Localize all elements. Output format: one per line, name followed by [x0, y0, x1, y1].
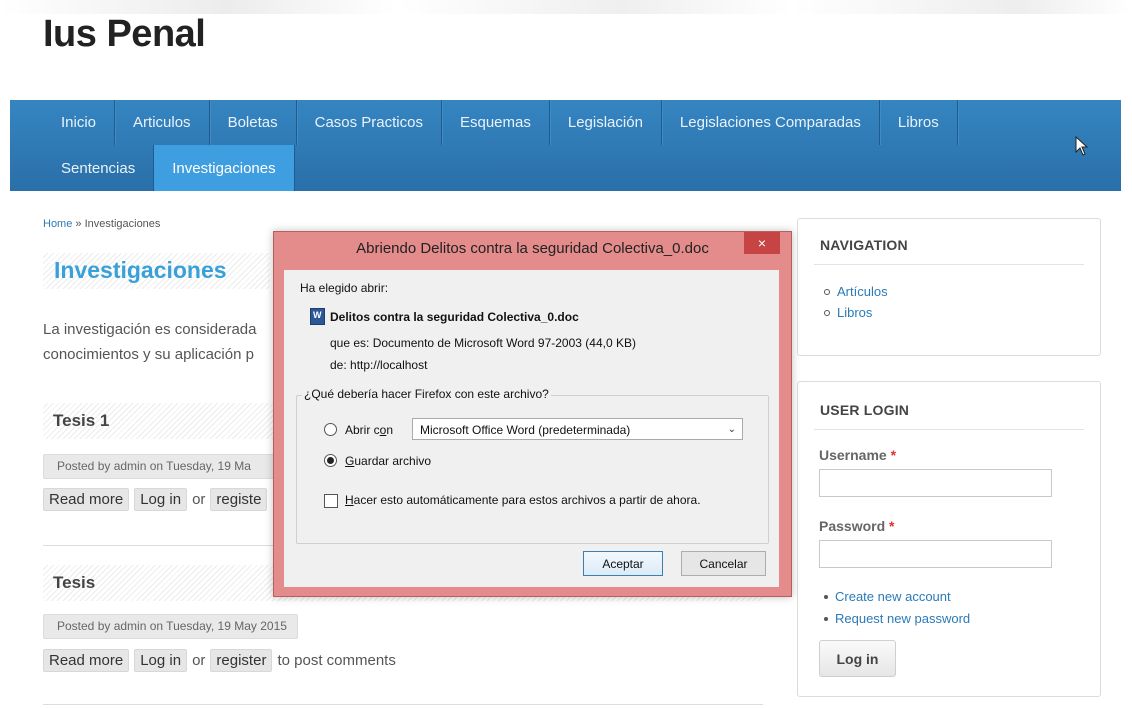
navigation-list: Artículos Libros — [824, 281, 888, 323]
nav-row-1: Inicio Articulos Boletas Casos Practicos… — [10, 100, 958, 145]
dialog-close-button[interactable]: × — [744, 232, 780, 254]
auto-action-label[interactable]: Hacer esto automáticamente para estos ar… — [345, 493, 701, 507]
site-title[interactable]: Ius Penal — [43, 13, 206, 56]
divider — [43, 704, 763, 705]
file-type-label: que es: — [330, 336, 370, 350]
download-dialog: Abriendo Delitos contra la seguridad Col… — [273, 231, 792, 597]
read-more-link[interactable]: Read more — [43, 487, 130, 511]
bullet-icon — [824, 617, 828, 621]
required-mark: * — [889, 518, 895, 534]
register-link[interactable]: registe — [210, 487, 268, 511]
nav-item-legislaciones-comparadas[interactable]: Legislaciones Comparadas — [662, 100, 880, 145]
save-file-radio[interactable] — [324, 454, 337, 467]
navigation-block: NAVIGATION Artículos Libros — [797, 218, 1101, 356]
navigation-item-label[interactable]: Libros — [837, 302, 872, 323]
login-link[interactable]: Log in — [134, 648, 188, 672]
breadcrumb-home-link[interactable]: Home — [43, 218, 72, 230]
page-intro: La investigación es considerada conocimi… — [43, 317, 273, 367]
nav-row-2: Sentencias Investigaciones — [10, 145, 295, 191]
page-title-text: Investigaciones — [54, 257, 227, 283]
dialog-title: Abriendo Delitos contra la seguridad Col… — [356, 240, 709, 257]
request-password-link[interactable]: Request new password — [835, 608, 970, 630]
node-meta: Posted by admin on Tuesday, 19 Ma — [43, 454, 278, 479]
page-title: Investigaciones — [43, 253, 270, 289]
create-account-item[interactable]: Create new account — [824, 586, 970, 608]
navigation-item-articulos[interactable]: Artículos — [824, 281, 888, 302]
or-text: or — [192, 490, 206, 508]
file-type: que es: Documento de Microsoft Word 97-2… — [330, 336, 636, 350]
file-source: de: http://localhost — [330, 358, 427, 372]
node-links: Read more Log in or register to post com… — [43, 647, 396, 673]
navigation-block-title: NAVIGATION — [820, 237, 908, 253]
intro-line-1: La investigación es considerada — [43, 321, 257, 338]
navigation-item-libros[interactable]: Libros — [824, 302, 888, 323]
bullet-icon — [824, 309, 830, 316]
username-label: Username * — [819, 447, 896, 463]
file-source-value: http://localhost — [350, 358, 428, 372]
cancel-button[interactable]: Cancelar — [681, 551, 766, 576]
read-more-link[interactable]: Read more — [43, 648, 130, 672]
node-links: Read more Log in or registe — [43, 486, 275, 512]
user-login-title: USER LOGIN — [820, 402, 910, 418]
close-icon[interactable]: × — [758, 235, 766, 251]
post-comments-text: to post comments — [277, 651, 396, 669]
request-password-item[interactable]: Request new password — [824, 608, 970, 630]
nav-item-boletas[interactable]: Boletas — [210, 100, 297, 145]
username-label-text: Username — [819, 447, 887, 463]
nav-item-investigaciones[interactable]: Investigaciones — [154, 145, 295, 191]
save-file-label[interactable]: Guardar archivo — [345, 454, 431, 468]
user-login-block: USER LOGIN Username * Password * Create … — [797, 381, 1101, 697]
open-with-app-select[interactable]: Microsoft Office Word (predeterminada) ⌄ — [412, 418, 743, 440]
dialog-body: Ha elegido abrir: Delitos contra la segu… — [284, 270, 779, 587]
block-divider — [814, 264, 1084, 265]
accept-button[interactable]: Aceptar — [583, 551, 663, 576]
block-divider — [814, 429, 1084, 430]
password-input[interactable] — [819, 540, 1052, 568]
file-name: Delitos contra la seguridad Colectiva_0.… — [330, 310, 579, 324]
open-with-radio[interactable] — [324, 423, 337, 436]
or-text: or — [192, 651, 206, 669]
mouse-cursor-icon — [1075, 136, 1089, 156]
file-type-value: Documento de Microsoft Word 97-2003 (44,… — [372, 336, 636, 350]
node-meta: Posted by admin on Tuesday, 19 May 2015 — [43, 614, 298, 639]
nav-item-inicio[interactable]: Inicio — [10, 100, 116, 145]
main-nav: Inicio Articulos Boletas Casos Practicos… — [10, 100, 1121, 191]
nav-item-sentencias[interactable]: Sentencias — [10, 145, 155, 191]
login-button[interactable]: Log in — [819, 640, 896, 677]
bullet-icon — [824, 595, 828, 599]
auto-action-checkbox[interactable] — [324, 494, 338, 508]
nav-item-articulos[interactable]: Articulos — [115, 100, 210, 145]
breadcrumb-separator: » — [75, 218, 82, 230]
register-link[interactable]: register — [210, 648, 273, 672]
chosen-label: Ha elegido abrir: — [300, 281, 389, 295]
nav-item-casos-practicos[interactable]: Casos Practicos — [297, 100, 442, 145]
nav-item-libros[interactable]: Libros — [880, 100, 958, 145]
breadcrumb-current: Investigaciones — [84, 218, 161, 230]
node-title-text[interactable]: Tesis — [53, 573, 95, 593]
file-source-label: de: — [330, 358, 347, 372]
breadcrumb: Home » Investigaciones — [43, 218, 160, 230]
password-label: Password * — [819, 518, 894, 534]
password-label-text: Password — [819, 518, 886, 534]
node-title-text[interactable]: Tesis 1 — [53, 411, 109, 431]
open-with-label[interactable]: Abrir con — [345, 423, 393, 437]
required-mark: * — [890, 447, 897, 463]
action-question: ¿Qué debería hacer Firefox con este arch… — [302, 387, 551, 401]
node-title[interactable]: Tesis 1 — [43, 403, 275, 439]
login-link[interactable]: Log in — [134, 487, 188, 511]
username-input[interactable] — [819, 469, 1052, 497]
bullet-icon — [824, 288, 830, 295]
word-document-icon — [310, 308, 325, 325]
navigation-item-label[interactable]: Artículos — [837, 281, 888, 302]
top-decoration — [0, 0, 1132, 14]
chevron-down-icon: ⌄ — [727, 424, 736, 435]
open-with-app-value: Microsoft Office Word (predeterminada) — [420, 423, 631, 437]
nav-item-esquemas[interactable]: Esquemas — [442, 100, 550, 145]
intro-line-2: conocimientos y su aplicación p — [43, 346, 254, 363]
account-links: Create new account Request new password — [824, 586, 970, 630]
create-account-link[interactable]: Create new account — [835, 586, 951, 608]
nav-item-legislacion[interactable]: Legislación — [550, 100, 662, 145]
